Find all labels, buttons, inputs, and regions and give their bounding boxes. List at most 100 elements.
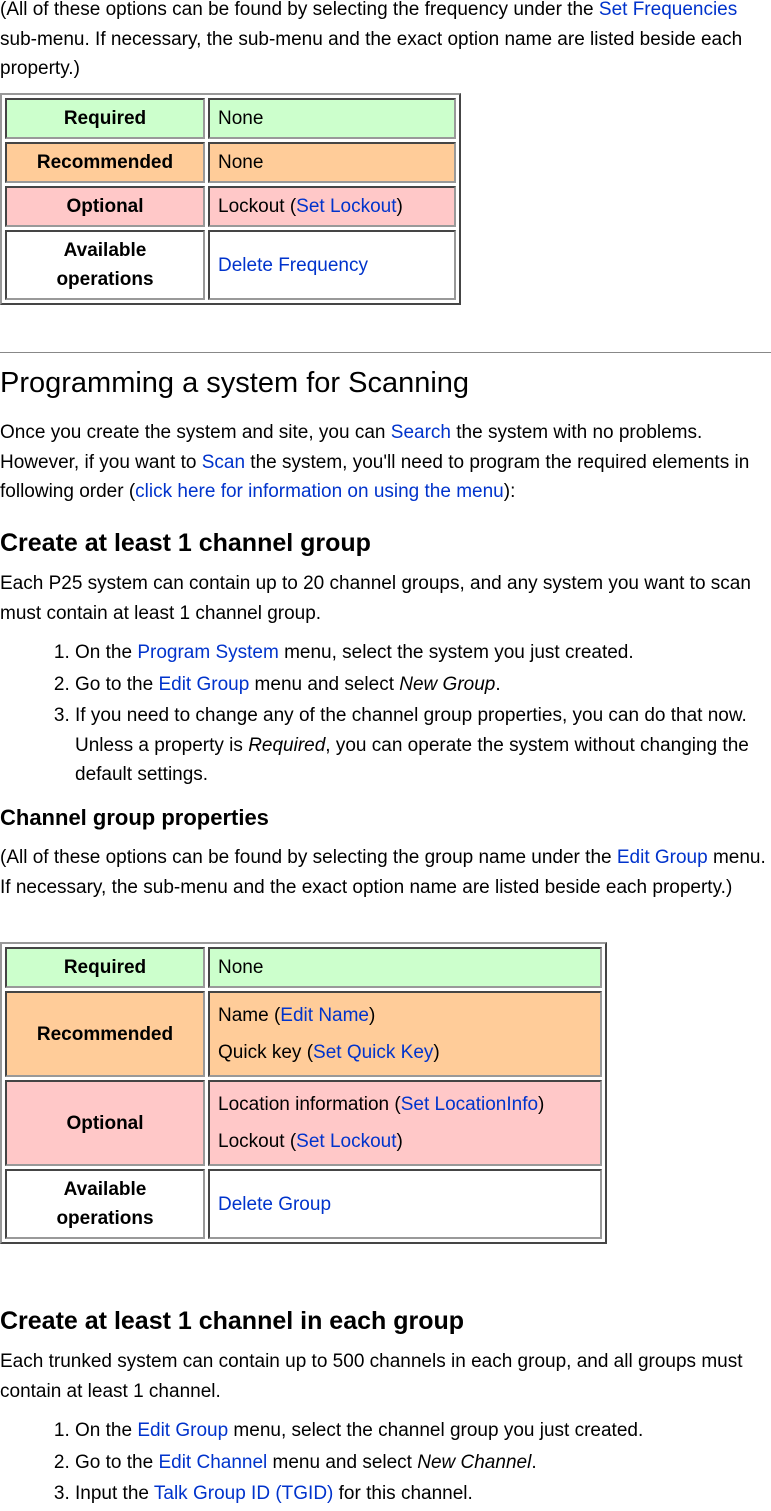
emphasis-text: Required [248,734,326,756]
frequency-properties-table: Required None Recommended None Optional Locko… [0,93,461,305]
property-label: Available operations [5,1169,205,1239]
property-value-line: None [218,148,446,177]
text: None [218,108,264,129]
step-item: On the Edit Group menu, select the chann… [75,1416,771,1446]
property-label: Available operations [5,230,205,300]
text: Once you create the system and site, you… [0,422,391,443]
property-value-line: None [218,953,592,982]
group-options-note: (All of these options can be found by se… [0,843,771,902]
property-row-required: Required None [5,947,602,988]
property-value: Delete Frequency [208,230,456,300]
link[interactable]: Talk Group ID (TGID) [154,1483,333,1504]
property-row-available-operations: Available operations Delete Frequency [5,230,456,300]
property-value-line: Lockout (Set Lockout) [218,192,446,221]
divider [0,352,771,353]
property-label: Recommended [5,991,205,1077]
link[interactable]: Delete Group [218,1194,331,1215]
text: Quick key ( [218,1042,314,1063]
text: Each P25 system can contain up to 20 cha… [0,573,751,624]
link[interactable]: Scan [202,452,245,473]
link[interactable]: Edit Group [158,674,249,695]
text: Lockout ( [218,1131,297,1152]
link[interactable]: Edit Name [280,1005,369,1026]
frequency-options-note: (All of these options can be found by se… [0,0,771,84]
channel-heading: Create at least 1 channel in each group [0,1307,465,1335]
property-row-recommended: Recommended None [5,142,456,183]
text: . [531,1451,537,1473]
group-properties-heading: Channel group properties [0,805,269,830]
text: menu, select the channel group you just … [228,1420,644,1441]
text: ) [396,196,403,217]
text: ) [433,1042,440,1063]
link[interactable]: Edit Group [617,847,708,868]
link[interactable]: Set LocationInfo [401,1094,538,1115]
link[interactable]: Search [391,422,451,443]
property-value-line: Delete Frequency [218,251,446,280]
property-row-available-operations: Available operations Delete Group [5,1169,602,1239]
text: Input the [75,1483,154,1504]
link[interactable]: click here for information on using the … [135,481,504,502]
property-value-line: Location information (Set LocationInfo) [218,1086,592,1123]
link[interactable]: Set Lockout [296,196,396,217]
group-properties-wrapper: Required None Recommended Name (Edit Name) Q… [0,942,771,1244]
property-value-line: Delete Group [218,1190,592,1219]
frequency-properties-wrapper: Required None Recommended None Optional Locko… [0,93,771,305]
link[interactable]: Edit Group [137,1420,228,1441]
property-label: Optional [5,186,205,227]
text: ) [369,1005,376,1026]
text: . [495,673,501,695]
section-intro: Once you create the system and site, you… [0,418,771,507]
text: menu and select [249,673,400,695]
property-label: Recommended [5,142,205,183]
text: ): [503,481,516,502]
property-value: None [208,142,456,183]
text: Location information ( [218,1094,401,1115]
property-value: None [208,98,456,139]
property-label: Required [5,98,205,139]
property-label: Required [5,947,205,988]
text: None [218,152,264,173]
property-value: Lockout (Set Lockout) [208,186,456,227]
emphasis-text: New Group [399,673,496,695]
group-steps: On the Program System menu, select the s… [0,638,771,792]
emphasis-text: New Channel [417,1451,532,1473]
link[interactable]: Delete Frequency [218,255,368,276]
property-value-line: Lockout (Set Lockout) [218,1123,592,1160]
property-value: Delete Group [208,1169,602,1239]
property-row-recommended: Recommended Name (Edit Name) Quick key (Se… [5,991,602,1077]
group-properties-table: Required None Recommended Name (Edit Name) Q… [0,942,607,1244]
group-heading: Create at least 1 channel group [0,529,371,557]
text: for this channel. [333,1483,473,1504]
step-item: Go to the Edit Group menu and select New… [75,670,771,700]
property-value-line: None [218,104,446,133]
step-item: Input the Talk Group ID (TGID) for this … [75,1479,771,1509]
property-label: Optional [5,1080,205,1166]
channel-intro: Each trunked system can contain up to 50… [0,1347,771,1406]
document: (All of these options can be found by se… [0,0,771,1505]
property-value: Name (Edit Name) Quick key (Set Quick Key… [208,991,602,1077]
property-value: None [208,947,602,988]
channel-steps: On the Edit Group menu, select the chann… [0,1416,771,1511]
step-item: On the Program System menu, select the s… [75,638,771,668]
group-intro: Each P25 system can contain up to 20 cha… [0,569,771,628]
text: Go to the [75,1451,159,1473]
text: Each trunked system can contain up to 50… [0,1351,743,1402]
link[interactable]: Program System [137,642,278,663]
link[interactable]: Set Frequencies [599,0,737,20]
text: None [218,957,264,978]
property-value-line: Name (Edit Name) [218,997,592,1034]
text: ) [538,1094,545,1115]
text: menu and select [267,1451,418,1473]
property-value-line: Quick key (Set Quick Key) [218,1034,592,1071]
text: Lockout ( [218,196,297,217]
section-title: Programming a system for Scanning [0,367,470,399]
property-row-optional: Optional Location information (Set Locati… [5,1080,602,1166]
text: menu, select the system you just created… [278,642,634,663]
link[interactable]: Edit Channel [158,1452,267,1473]
text: Name ( [218,1005,281,1026]
property-row-optional: Optional Lockout (Set Lockout) [5,186,456,227]
link[interactable]: Set Lockout [296,1131,396,1152]
step-item: If you need to change any of the channel… [75,701,771,790]
link[interactable]: Set Quick Key [313,1042,433,1063]
text: On the [75,1420,138,1441]
